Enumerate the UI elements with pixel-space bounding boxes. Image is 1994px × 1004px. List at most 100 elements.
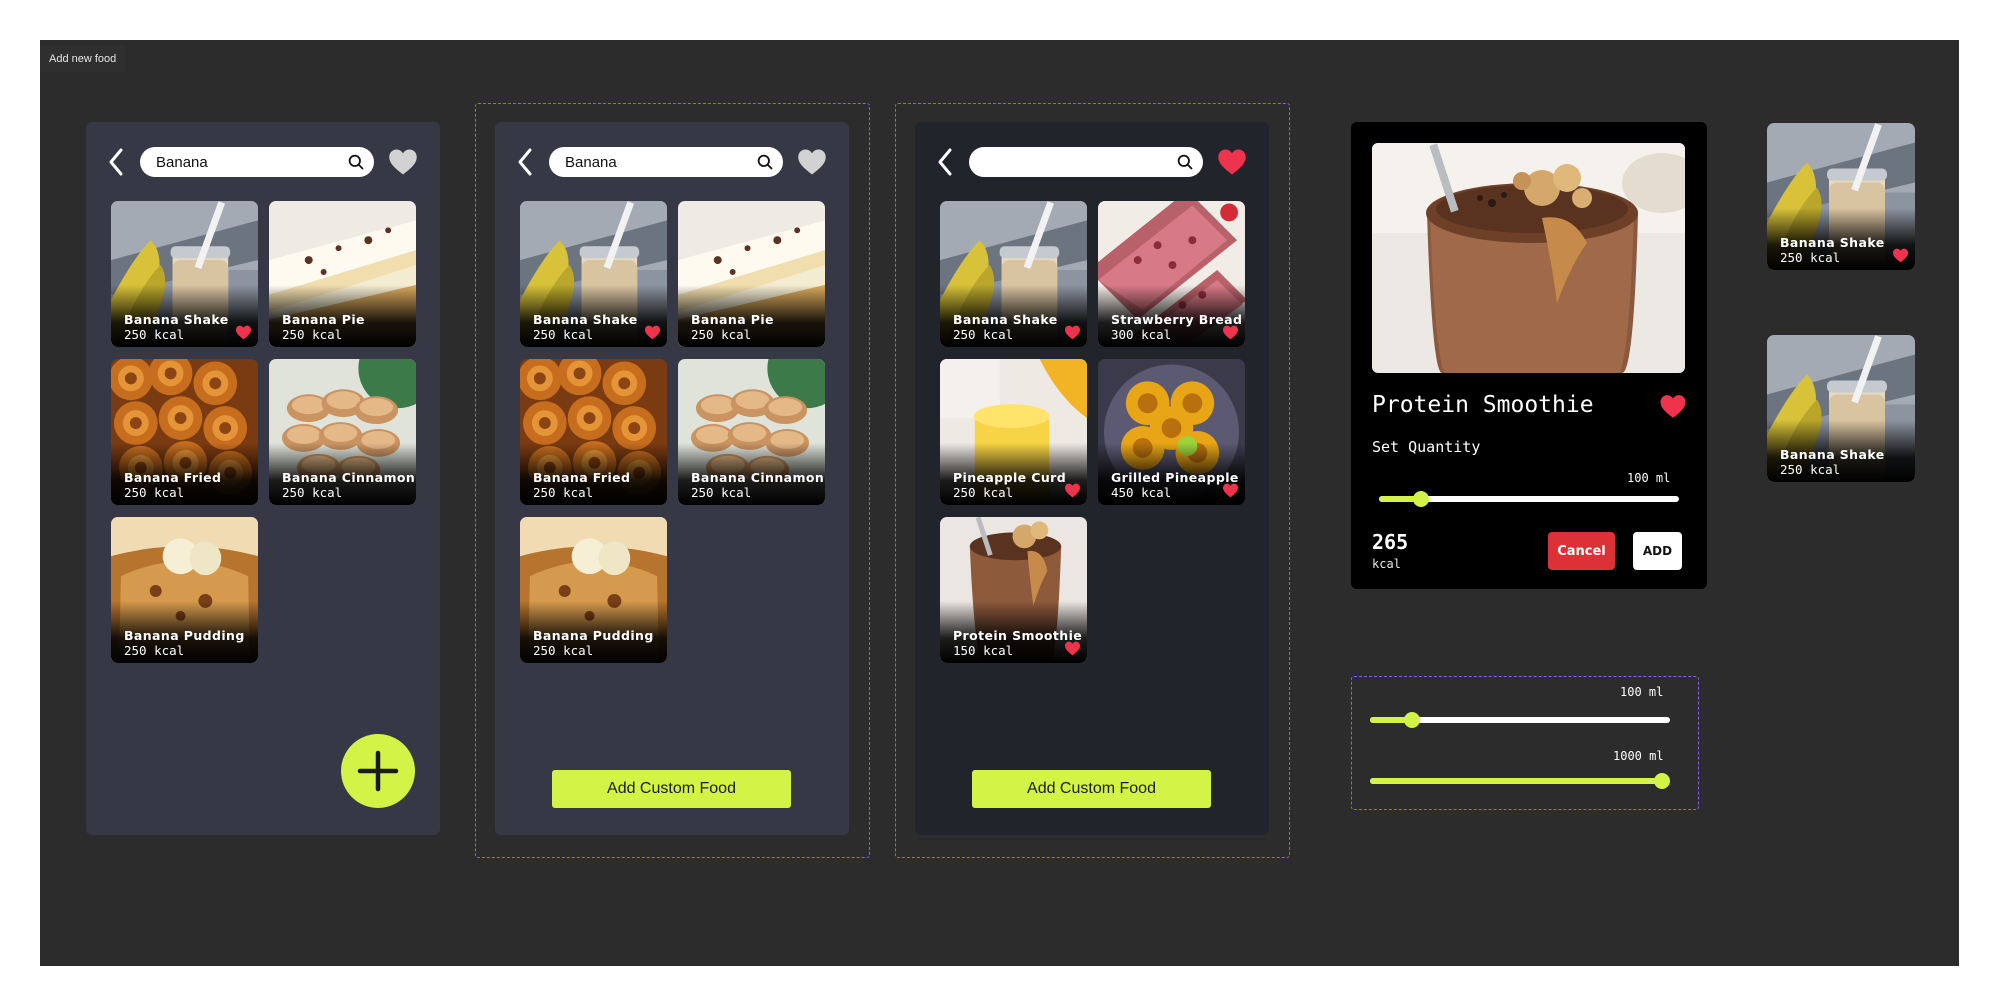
search-icon[interactable] [1177, 154, 1193, 170]
food-card[interactable]: Banana Shake 250 kcal [940, 201, 1087, 347]
food-card[interactable]: Banana Pudding 250 kcal [111, 517, 258, 663]
food-card[interactable]: Grilled Pineapple 450 kcal [1098, 359, 1245, 505]
slider-thumb[interactable] [1413, 491, 1429, 507]
back-button[interactable] [104, 146, 128, 178]
food-photo [1372, 143, 1685, 373]
quantity-value: 100 ml [1627, 471, 1671, 485]
food-name: Banana Fried [124, 470, 222, 485]
slider-thumb[interactable] [1404, 712, 1420, 728]
add-custom-food-button[interactable]: Add Custom Food [972, 770, 1211, 808]
heart-icon[interactable] [1064, 325, 1081, 340]
heart-icon[interactable] [235, 325, 252, 340]
food-name: Banana Pie [691, 312, 774, 327]
food-card-component[interactable]: Banana Shake 250 kcal [1767, 123, 1915, 270]
chevron-left-icon [109, 148, 123, 176]
back-button[interactable] [933, 146, 957, 178]
search-input[interactable] [985, 147, 1175, 177]
food-name: Banana Cinnamon [691, 470, 825, 485]
search-input[interactable] [156, 147, 346, 177]
food-name: Banana Shake [533, 312, 638, 327]
food-title: Protein Smoothie [1372, 392, 1594, 418]
top-bar [513, 146, 833, 178]
food-name: Banana Shake [953, 312, 1058, 327]
heart-icon[interactable] [1064, 483, 1081, 498]
food-kcal: 250 kcal [691, 485, 752, 500]
heart-icon[interactable] [1064, 641, 1081, 656]
food-card[interactable]: Banana Pie 250 kcal [269, 201, 416, 347]
food-card[interactable]: Banana Shake 250 kcal [1767, 123, 1915, 270]
cancel-button[interactable]: Cancel [1548, 532, 1615, 570]
slider-state-label: 1000 ml [1613, 749, 1664, 763]
heart-icon[interactable] [1892, 248, 1909, 263]
slider-fill [1370, 778, 1662, 784]
food-card[interactable]: Banana Fried 250 kcal [520, 359, 667, 505]
protein-smoothie-photo [1372, 143, 1685, 373]
food-kcal: 250 kcal [282, 327, 343, 342]
quantity-slider[interactable] [1370, 772, 1670, 790]
favorite-heart-icon[interactable] [1659, 394, 1687, 419]
quantity-slider[interactable] [1370, 711, 1670, 729]
chevron-left-icon [938, 148, 952, 176]
top-bar [933, 146, 1253, 178]
food-kcal: 250 kcal [124, 485, 185, 500]
food-card[interactable]: Banana Shake 250 kcal [520, 201, 667, 347]
food-card-component[interactable]: Banana Shake 250 kcal [1767, 335, 1915, 482]
food-card[interactable]: Banana Shake 250 kcal [1767, 335, 1915, 482]
calorie-unit: kcal [1372, 557, 1401, 571]
food-card[interactable]: Banana Fried 250 kcal [111, 359, 258, 505]
food-card[interactable]: Banana Shake 250 kcal [111, 201, 258, 347]
food-name: Banana Shake [124, 312, 229, 327]
food-kcal: 250 kcal [124, 643, 185, 658]
food-name: Banana Shake [1780, 447, 1885, 462]
food-kcal: 250 kcal [953, 485, 1014, 500]
food-kcal: 250 kcal [533, 327, 594, 342]
top-bar [104, 146, 424, 178]
food-kcal: 300 kcal [1111, 327, 1172, 342]
food-kcal: 150 kcal [953, 643, 1014, 658]
food-card[interactable]: Banana Pie 250 kcal [678, 201, 825, 347]
set-quantity-label: Set Quantity [1372, 438, 1481, 456]
add-button[interactable]: ADD [1633, 532, 1682, 570]
food-name: Banana Fried [533, 470, 631, 485]
food-kcal: 250 kcal [124, 327, 185, 342]
food-kcal: 250 kcal [1780, 250, 1841, 265]
food-kcal: 250 kcal [953, 327, 1014, 342]
favorites-heart-icon[interactable] [388, 148, 418, 176]
heart-icon[interactable] [1222, 483, 1239, 498]
quantity-slider[interactable] [1379, 490, 1679, 508]
favorites-heart-icon[interactable] [797, 148, 827, 176]
back-button[interactable] [513, 146, 537, 178]
food-card[interactable]: Banana Cinnamon 250 kcal [269, 359, 416, 505]
add-custom-food-button[interactable]: Add Custom Food [552, 770, 791, 808]
food-card[interactable]: Banana Pudding 250 kcal [520, 517, 667, 663]
frame-label: Add new food [40, 46, 126, 72]
search-input[interactable] [565, 147, 755, 177]
food-name: Banana Pudding [533, 628, 654, 643]
add-food-fab[interactable] [341, 734, 415, 808]
favorites-heart-icon[interactable] [1217, 148, 1247, 176]
food-name: Banana Pie [282, 312, 365, 327]
food-name: Pineapple Curd [953, 470, 1067, 485]
food-detail-modal: Protein Smoothie Set Quantity 100 ml 265… [1351, 122, 1707, 589]
food-card[interactable]: Banana Cinnamon 250 kcal [678, 359, 825, 505]
food-name: Protein Smoothie [953, 628, 1083, 643]
calorie-total: 265 [1372, 530, 1409, 554]
plus-icon [357, 750, 399, 792]
food-card[interactable]: Protein Smoothie 150 kcal [940, 517, 1087, 663]
food-kcal: 250 kcal [533, 485, 594, 500]
food-list-screen: Banana Shake 250 kcal Banana Pie 250 kca… [86, 122, 440, 835]
food-card[interactable]: Pineapple Curd 250 kcal [940, 359, 1087, 505]
slider-thumb[interactable] [1654, 773, 1670, 789]
search-box [549, 147, 783, 177]
food-kcal: 250 kcal [533, 643, 594, 658]
slider-state-label: 100 ml [1620, 685, 1664, 699]
food-card[interactable]: Strawberry Bread 300 kcal [1098, 201, 1245, 347]
heart-icon[interactable] [644, 325, 661, 340]
search-icon[interactable] [757, 154, 773, 170]
food-kcal: 250 kcal [691, 327, 752, 342]
heart-icon[interactable] [1222, 325, 1239, 340]
food-name: Banana Pudding [124, 628, 245, 643]
slider-states: 100 ml 1000 ml [1351, 676, 1699, 810]
food-list-screen: Banana Shake 250 kcal Banana Pie 250 kca… [495, 122, 849, 835]
search-icon[interactable] [348, 154, 364, 170]
